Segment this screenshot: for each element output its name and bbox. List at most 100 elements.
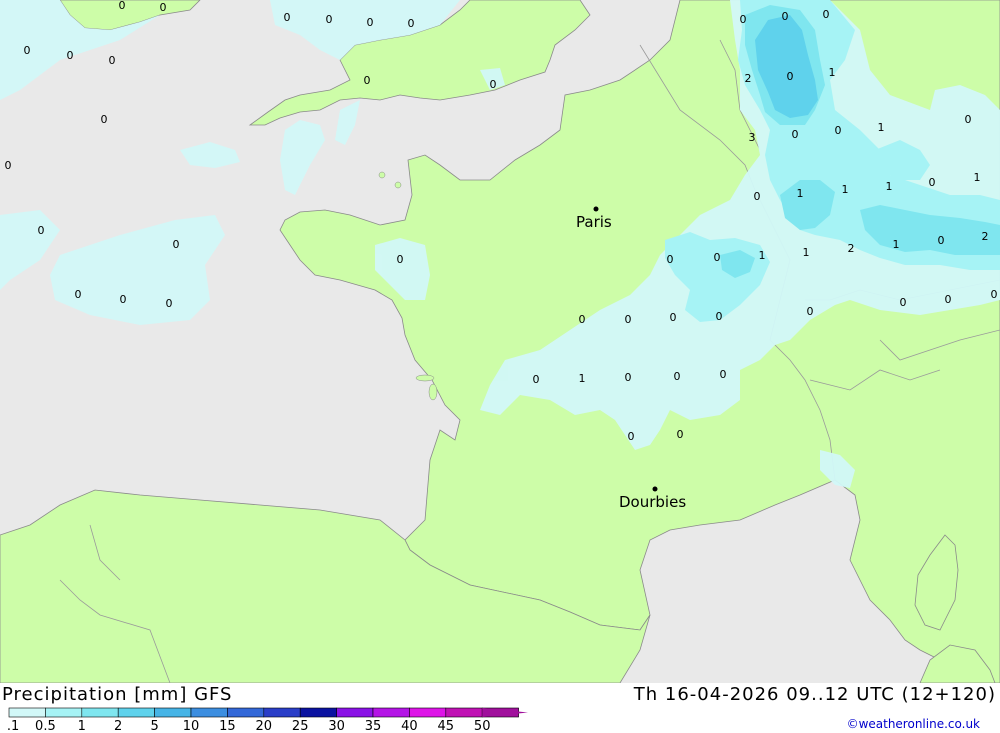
isoline-label: 0 (792, 128, 799, 141)
city-marker (652, 486, 658, 492)
scale-tick-label: 1 (78, 719, 86, 733)
city-marker (593, 206, 599, 212)
scale-tick-label: 5 (150, 719, 158, 733)
isoline-label: 0 (782, 10, 789, 23)
isoline-label: 1 (803, 246, 810, 259)
isoline-label: 0 (716, 310, 723, 323)
scale-tick-label: 25 (292, 719, 309, 733)
isoline-label: 0 (677, 428, 684, 441)
isoline-label: 0 (397, 253, 404, 266)
scale-tick-label: 0.1 (8, 719, 19, 733)
scale-tick-label: 35 (365, 719, 382, 733)
scale-tick-label: 15 (219, 719, 236, 733)
isoline-label: 1 (797, 187, 804, 200)
scale-swatch (336, 707, 374, 718)
isoline-label: 0 (367, 16, 374, 29)
isoline-label: 1 (829, 66, 836, 79)
isoline-label: 0 (67, 49, 74, 62)
scale-swatch (372, 707, 410, 718)
scale-tick-label: 30 (328, 719, 345, 733)
isoline-label: 0 (579, 313, 586, 326)
valid-time: Th 16-04-2026 09..12 UTC (12+120) (633, 684, 996, 705)
scale-swatch (263, 707, 301, 718)
credit-link[interactable]: ©weatheronline.co.uk (847, 717, 980, 731)
scale-swatch (81, 707, 119, 718)
scale-swatch (299, 707, 337, 718)
isoline-label: 0 (490, 78, 497, 91)
isoline-label: 0 (120, 293, 127, 306)
isoline-label: 0 (625, 371, 632, 384)
isoline-label: 0 (807, 305, 814, 318)
isoline-label: 0 (754, 190, 761, 203)
isoline-label: 0 (787, 70, 794, 83)
scale-tick-label: 40 (401, 719, 418, 733)
isoline-label: 0 (326, 13, 333, 26)
scale-tick-label: 0.5 (35, 719, 56, 733)
city-label-dourbies: Dourbies (619, 493, 686, 511)
isoline-label: 0 (991, 288, 998, 301)
scale-swatch (227, 707, 265, 718)
scale-tick-label: 50 (474, 719, 491, 733)
scale-tick-label: 10 (183, 719, 200, 733)
isoline-label: 0 (965, 113, 972, 126)
isoline-label: 1 (974, 171, 981, 184)
scale-tick-label: 20 (256, 719, 273, 733)
isoline-label: 0 (823, 8, 830, 21)
isoline-label: 0 (900, 296, 907, 309)
isoline-label: 0 (929, 176, 936, 189)
isoline-label: 0 (625, 313, 632, 326)
isoline-label: 0 (109, 54, 116, 67)
scale-tick-label: 2 (114, 719, 122, 733)
land-channel-island (394, 181, 402, 189)
isoline-label: 0 (364, 74, 371, 87)
precipitation-map: Paris Dourbies 0 0 0 0 0 0 0 0 0 0 0 0 0 0 0 0 0 0 0 0 0 0 2 0 1… (0, 0, 1000, 683)
isoline-label: 0 (938, 234, 945, 247)
isoline-label: 0 (24, 44, 31, 57)
city-label-paris: Paris (576, 213, 612, 231)
isoline-label: 1 (886, 180, 893, 193)
isoline-label: 0 (533, 373, 540, 386)
isoline-label: 3 (749, 131, 756, 144)
isoline-label: 0 (160, 1, 167, 14)
isoline-label: 2 (982, 230, 989, 243)
isoline-label: 1 (579, 372, 586, 385)
land-ile-de-re (415, 374, 435, 382)
isoline-label: 0 (75, 288, 82, 301)
isoline-label: 0 (173, 238, 180, 251)
isoline-label: 0 (119, 0, 126, 12)
isoline-label: 2 (848, 242, 855, 255)
scale-tick-label: 45 (438, 719, 455, 733)
isoline-label: 0 (38, 224, 45, 237)
isoline-label: 1 (893, 238, 900, 251)
isoline-label: 0 (5, 159, 12, 172)
isoline-label: 0 (720, 368, 727, 381)
isoline-label: 0 (945, 293, 952, 306)
isoline-label: 1 (842, 183, 849, 196)
scale-swatch (409, 707, 447, 718)
scale-swatch (445, 707, 483, 718)
isoline-label: 2 (745, 72, 752, 85)
isoline-label: 0 (740, 13, 747, 26)
isoline-label: 0 (835, 124, 842, 137)
isoline-label: 0 (670, 311, 677, 324)
land-ile-d-oleron (428, 383, 438, 401)
legend-bar: Precipitation [mm] GFS Th 16-04-2026 09.… (0, 683, 1000, 733)
isoline-label: 1 (759, 249, 766, 262)
color-scale: 0.10.5125101520253035404550 (8, 707, 528, 733)
scale-swatch (190, 707, 228, 718)
isoline-label: 0 (101, 113, 108, 126)
isoline-label: 0 (674, 370, 681, 383)
isoline-label: 0 (667, 253, 674, 266)
scale-swatch (117, 707, 155, 718)
isoline-label: 0 (284, 11, 291, 24)
isoline-label: 0 (714, 251, 721, 264)
scale-swatch (45, 707, 83, 718)
chart-title: Precipitation [mm] GFS (2, 684, 233, 705)
isoline-label: 1 (878, 121, 885, 134)
isoline-label: 0 (408, 17, 415, 30)
scale-swatch (8, 707, 46, 718)
scale-swatch (154, 707, 192, 718)
isoline-label: 0 (166, 297, 173, 310)
land-channel-island (378, 171, 386, 179)
isoline-label: 0 (628, 430, 635, 443)
